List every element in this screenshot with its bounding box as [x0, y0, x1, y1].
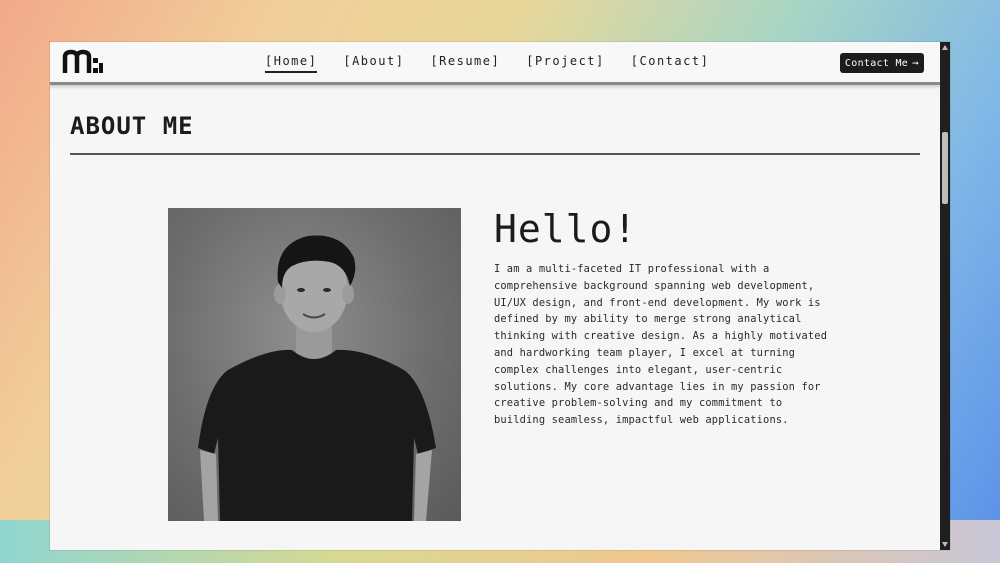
navbar: [Home] [About] [Resume] [Project] [Conta… — [50, 42, 940, 85]
scroll-down-arrow-icon[interactable] — [942, 542, 948, 547]
nav-about[interactable]: [About] — [343, 54, 404, 73]
nav-project[interactable]: [Project] — [526, 54, 605, 73]
contact-me-label: Contact Me — [844, 57, 909, 69]
profile-photo-illustration — [198, 235, 436, 521]
scrollbar-thumb[interactable] — [942, 132, 948, 204]
section-divider — [70, 153, 920, 155]
nav-resume[interactable]: [Resume] — [430, 54, 500, 73]
nav-contact[interactable]: [Contact] — [631, 54, 710, 73]
bio-paragraph: I am a multi-faceted IT professional wit… — [494, 263, 828, 427]
scroll-up-arrow-icon[interactable] — [942, 45, 948, 50]
profile-photo — [168, 208, 461, 521]
section-title: ABOUT ME — [70, 112, 194, 140]
vertical-scrollbar[interactable] — [940, 42, 950, 550]
contact-me-button[interactable]: Contact Me ➞ — [840, 53, 924, 73]
main-nav: [Home] [About] [Resume] [Project] [Conta… — [265, 54, 709, 73]
logo-icon[interactable] — [62, 48, 104, 76]
arrow-right-icon: ➞ — [912, 56, 920, 70]
greeting-heading: Hello! — [494, 207, 638, 251]
nav-home[interactable]: [Home] — [265, 54, 318, 73]
browser-window: [Home] [About] [Resume] [Project] [Conta… — [50, 42, 950, 550]
